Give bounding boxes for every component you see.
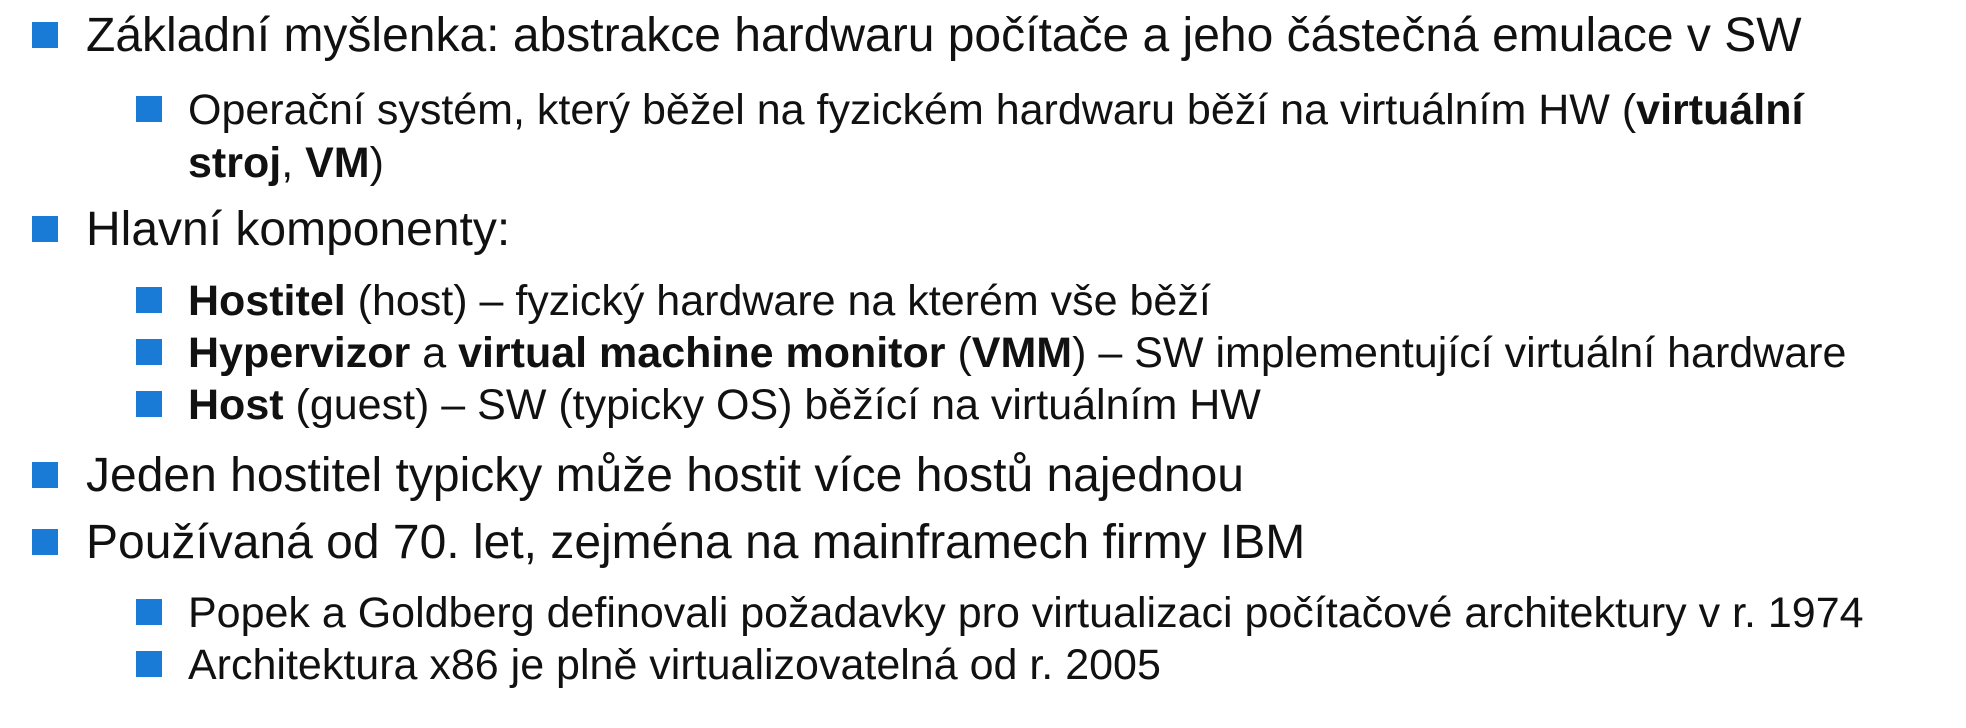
bullet-square-icon [32,529,58,555]
bullet-text: Hlavní komponenty: [86,200,510,260]
bullet-text: Jeden hostitel typicky může hostit více … [86,446,1244,506]
bullet-text: Popek a Goldberg definovali požadavky pr… [188,585,1864,641]
bullet-square-icon [32,462,58,488]
bold-text: virtuální [1636,86,1804,134]
bullet-text: Základní myšlenka: abstrakce hardwaru po… [86,6,1802,66]
text: Jeden hostitel typicky může hostit více … [86,449,1244,502]
bold-text: VM [305,139,370,187]
bold-text: VMM [971,329,1073,377]
text: Architektura x86 je plně virtualizovatel… [188,641,1161,689]
text: Základní myšlenka: abstrakce hardwaru po… [86,9,1802,62]
bold-text: Host [188,381,284,429]
text: Operační systém, který běžel na fyzickém… [188,86,1637,134]
text: , [281,139,306,187]
bullet-text: Používaná od 70. let, zejména na mainfra… [86,513,1305,573]
bullet-square-icon [136,391,162,417]
bullet-text: Operační systém, který běžel na fyzickém… [188,82,1803,138]
text: Hlavní komponenty: [86,203,511,256]
bullet-square-icon [136,287,162,313]
bold-text: Hostitel [188,277,346,325]
text: (guest) – SW (typicky OS) běžící na virt… [283,381,1261,429]
slide: Základní myšlenka: abstrakce hardwaru po… [0,0,1966,728]
bullet-text: Host (guest) – SW (typicky OS) běžící na… [188,377,1261,433]
bold-text: virtual machine monitor [458,329,946,377]
text: a [410,329,459,377]
bold-text: stroj [188,139,282,187]
bullet-text: Hostitel (host) – fyzický hardware na kt… [188,273,1211,329]
bullet-square-icon [136,599,162,625]
text: ( [945,329,972,377]
bullet-text: Architektura x86 je plně virtualizovatel… [188,637,1161,693]
text: ) – SW implementující virtuální hardware [1072,329,1847,377]
text: Používaná od 70. let, zejména na mainfra… [86,516,1306,569]
bullet-text: stroj, VM) [188,135,384,191]
bullet-square-icon [136,96,162,122]
bullet-square-icon [32,216,58,242]
bullet-text: Hypervizor a virtual machine monitor (VM… [188,325,1846,381]
text: (host) – fyzický hardware na kterém vše … [345,277,1211,325]
bold-text: Hypervizor [188,329,411,377]
text: ) [369,139,384,187]
bullet-square-icon [136,339,162,365]
bullet-square-icon [32,22,58,48]
text: Popek a Goldberg definovali požadavky pr… [188,589,1864,637]
bullet-square-icon [136,651,162,677]
